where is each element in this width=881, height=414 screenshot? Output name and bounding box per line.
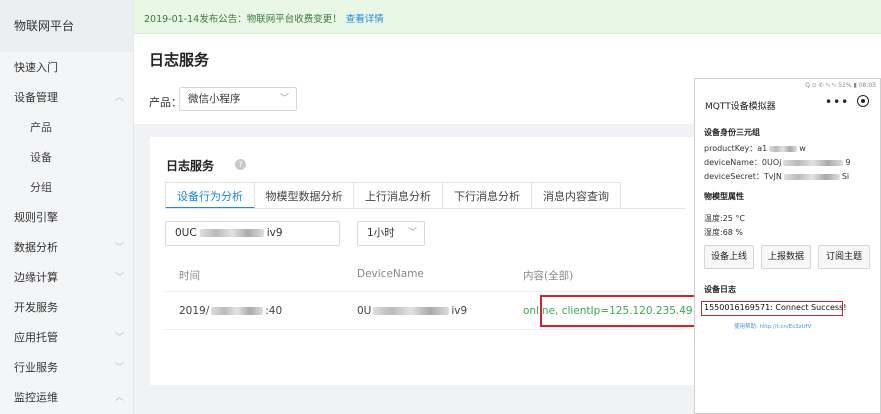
sidebar-item-monitoring[interactable]: 监控运维 ︿ xyxy=(0,383,134,413)
sidebar-item-label: 规则引擎 xyxy=(14,211,58,224)
time-range-select[interactable]: 1小时 ﹀ xyxy=(357,221,425,246)
device-secret-line: deviceSecret：TvJN Si xyxy=(704,171,849,182)
announcement-text: 2019-01-14发布公告：物联网平台收费变更！ xyxy=(144,14,342,25)
more-icon[interactable]: ••• xyxy=(825,95,849,109)
time-range-value: 1小时 xyxy=(367,227,395,239)
row-device-suffix: iv9 xyxy=(451,305,468,317)
row-time: 2019/ :40 xyxy=(179,305,282,317)
sidebar-item-label: 设备 xyxy=(30,151,52,164)
device-log-line: 1550016169571: Connect Success! xyxy=(701,301,846,316)
column-header-device-name: DeviceName xyxy=(357,268,424,280)
sidebar-item-label: 应用托管 xyxy=(14,331,58,344)
sidebar-item-product[interactable]: 产品 xyxy=(0,113,134,143)
log-service-card: 日志服务 ? 设备行为分析 物模型数据分析 上行消息分析 下行消息分析 消息内容… xyxy=(150,137,704,385)
card-title: 日志服务 xyxy=(166,159,215,173)
tabs-divider xyxy=(165,208,685,209)
chevron-up-icon: ︿ xyxy=(114,393,124,403)
product-select[interactable]: 微信小程序 ﹀ xyxy=(179,87,297,111)
triple-section-title: 设备身份三元组 xyxy=(704,128,760,137)
temperature-value: 温度:25 °C xyxy=(704,214,746,223)
row-time-suffix: :40 xyxy=(265,305,283,317)
sidebar-title: 物联网平台 xyxy=(0,0,133,52)
report-data-button[interactable]: 上报数据 xyxy=(761,245,811,269)
tab-upstream[interactable]: 上行消息分析 xyxy=(354,182,443,209)
device-online-button[interactable]: 设备上线 xyxy=(704,245,754,269)
tab-thing-model-data[interactable]: 物模型数据分析 xyxy=(255,182,354,209)
redacted-text xyxy=(783,173,840,180)
device-name-line: deviceName：0UOj 9 xyxy=(704,157,850,168)
device-name-input[interactable]: 0UC iv9 xyxy=(165,221,340,246)
chevron-up-icon: ︿ xyxy=(114,93,124,103)
redacted-text xyxy=(211,307,264,315)
table-header: 时间 DeviceName 内容(全部) xyxy=(165,257,685,292)
sidebar-item-label: 监控运维 xyxy=(14,391,58,404)
device-name-prefix: 0UC xyxy=(175,227,197,239)
sidebar-item-device[interactable]: 设备 xyxy=(0,143,134,173)
chevron-down-icon: ﹀ xyxy=(407,228,417,238)
product-select-value: 微信小程序 xyxy=(188,93,241,105)
row-time-prefix: 2019/ xyxy=(179,305,210,317)
tab-device-behavior[interactable]: 设备行为分析 xyxy=(165,182,255,209)
sidebar: 物联网平台 快速入门 设备管理 ︿ 产品 设备 分组 规则引擎 数据分析 ﹀ 边缘计… xyxy=(0,0,134,414)
mqtt-simulator-phone: Q ⊙ ✆ ᵃᵢₗ ᵃᵢₗ 51% ▮ 08:03 MQTT设备模拟器 ••• … xyxy=(694,78,881,414)
subscribe-topic-button[interactable]: 订阅主题 xyxy=(818,245,870,269)
chevron-down-icon: ﹀ xyxy=(279,94,289,104)
log-section-title: 设备日志 xyxy=(704,285,736,294)
column-header-content[interactable]: 内容(全部) xyxy=(523,268,573,283)
sidebar-item-rule-engine[interactable]: 规则引擎 xyxy=(0,203,134,233)
product-key-suffix: w xyxy=(799,144,806,153)
row-device-prefix: 0U xyxy=(357,305,372,317)
help-icon[interactable]: ? xyxy=(235,159,246,170)
humidity-value: 湿度:68 % xyxy=(704,228,744,237)
announcement-bar: 2019-01-14发布公告：物联网平台收费变更！ 查看详情 xyxy=(134,0,881,34)
sidebar-item-quickstart[interactable]: 快速入门 xyxy=(0,53,134,83)
sidebar-item-label: 快速入门 xyxy=(14,61,58,74)
help-link[interactable]: 使用帮助: http://t.cn/Ec3zUfV xyxy=(734,322,811,330)
sidebar-item-group[interactable]: 分组 xyxy=(0,173,134,203)
sidebar-item-app-hosting[interactable]: 应用托管 ﹀ xyxy=(0,323,134,353)
sidebar-item-device-management[interactable]: 设备管理 ︿ xyxy=(0,83,134,113)
page-title: 日志服务 xyxy=(149,51,210,69)
sidebar-item-data-analysis[interactable]: 数据分析 ﹀ xyxy=(0,233,134,263)
chevron-down-icon: ﹀ xyxy=(114,363,124,373)
tab-message-query[interactable]: 消息内容查询 xyxy=(532,182,621,209)
announcement-link[interactable]: 查看详情 xyxy=(346,14,384,25)
phone-status-bar: Q ⊙ ✆ ᵃᵢₗ ᵃᵢₗ 51% ▮ 08:03 xyxy=(805,82,876,89)
sidebar-item-label: 开发服务 xyxy=(14,301,58,314)
sidebar-item-label: 产品 xyxy=(30,121,52,134)
sidebar-item-label: 行业服务 xyxy=(14,361,58,374)
sidebar-item-industry-services[interactable]: 行业服务 ﹀ xyxy=(0,353,134,383)
redacted-text xyxy=(769,145,798,152)
props-section-title: 物模型属性 xyxy=(704,192,744,201)
product-key-text: productKey：a1 xyxy=(704,144,768,153)
device-name-suffix: 9 xyxy=(845,158,851,167)
sidebar-item-label: 分组 xyxy=(30,181,52,194)
tab-downstream[interactable]: 下行消息分析 xyxy=(443,182,532,209)
sidebar-item-dev-services[interactable]: 开发服务 xyxy=(0,293,134,323)
redacted-text xyxy=(783,159,844,166)
column-header-time: 时间 xyxy=(179,270,200,282)
device-secret-suffix: Si xyxy=(841,172,850,181)
sidebar-item-label: 设备管理 xyxy=(14,91,58,104)
close-mini-program-icon[interactable] xyxy=(857,95,869,107)
device-name-text: deviceName：0UOj xyxy=(704,158,782,167)
product-key-line: productKey：a1 w xyxy=(704,143,806,154)
sidebar-item-edge-computing[interactable]: 边缘计算 ﹀ xyxy=(0,263,134,293)
sidebar-item-label: 边缘计算 xyxy=(14,271,58,284)
simulator-title: MQTT设备模拟器 xyxy=(705,102,776,112)
chevron-down-icon: ﹀ xyxy=(114,333,124,343)
chevron-down-icon: ﹀ xyxy=(114,273,124,283)
row-device-name: 0U iv9 xyxy=(357,305,467,317)
highlight-box xyxy=(540,295,704,327)
chevron-down-icon: ﹀ xyxy=(114,243,124,253)
redacted-text xyxy=(373,307,450,315)
product-label: 产品： xyxy=(149,96,182,109)
device-secret-text: deviceSecret：TvJN xyxy=(704,172,782,181)
device-name-suffix: iv9 xyxy=(266,227,283,239)
sidebar-item-label: 数据分析 xyxy=(14,241,58,254)
redacted-text xyxy=(199,229,264,237)
